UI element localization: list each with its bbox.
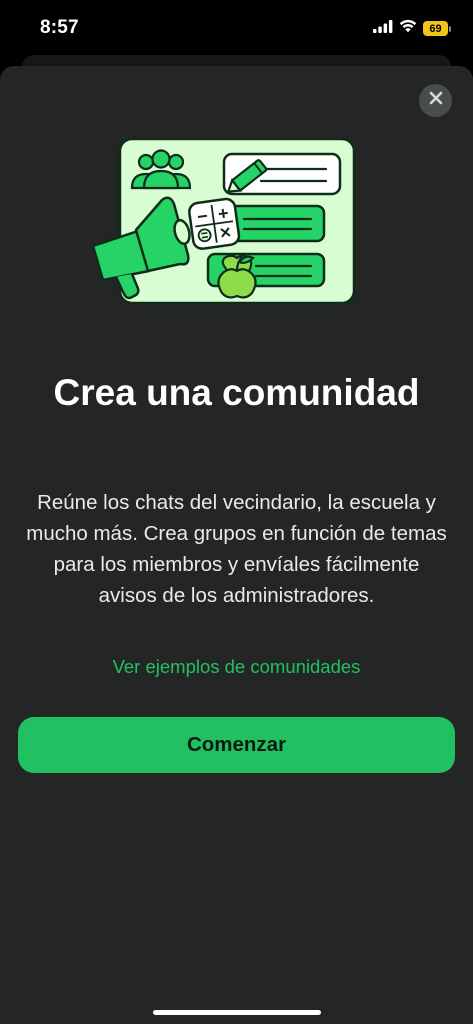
screen: 8:57 69 Crea una comunidad Reúne los cha… <box>0 0 473 1024</box>
battery-level: 69 <box>423 21 448 36</box>
battery-tip <box>449 25 451 32</box>
signal-bars-icon <box>373 19 393 38</box>
community-illustration-icon <box>86 130 366 320</box>
close-button[interactable] <box>419 84 452 117</box>
wifi-icon <box>399 19 417 38</box>
status-icons: 69 <box>373 19 451 38</box>
close-icon <box>429 91 443 110</box>
view-examples-link[interactable]: Ver ejemplos de comunidades <box>0 656 473 678</box>
start-button[interactable]: Comenzar <box>18 717 455 773</box>
page-title: Crea una comunidad <box>53 372 420 413</box>
battery-icon: 69 <box>423 21 451 37</box>
description-text: Reúne los chats del vecindario, la escue… <box>26 491 447 607</box>
status-bar: 8:57 69 <box>0 0 473 56</box>
home-indicator[interactable] <box>152 1010 321 1015</box>
status-time: 8:57 <box>40 17 79 38</box>
